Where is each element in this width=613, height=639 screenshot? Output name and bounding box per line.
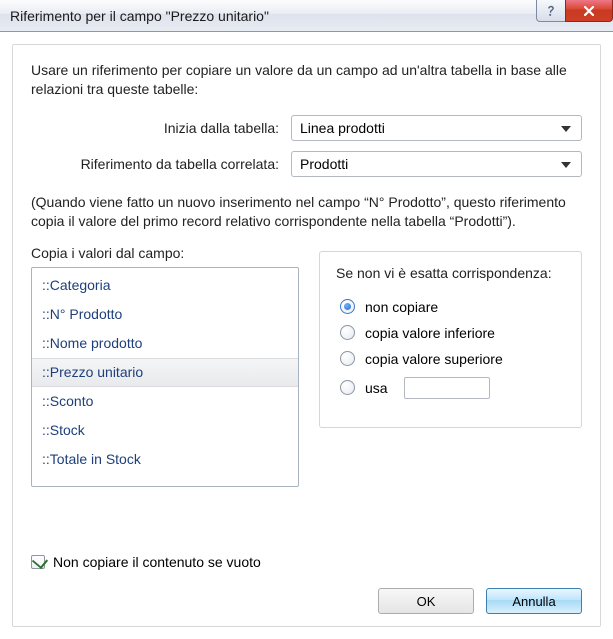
list-item[interactable]: ::Totale in Stock [32, 445, 298, 474]
radio-lower-control[interactable] [340, 325, 355, 340]
related-table-label: Riferimento da tabella correlata: [31, 156, 291, 172]
nomatch-groupbox: Se non vi è esatta corrispondenza: non c… [319, 251, 582, 428]
close-icon [582, 5, 596, 17]
list-item[interactable]: ::Sconto [32, 387, 298, 416]
dialog-body: Usare un riferimento per copiare un valo… [0, 32, 613, 639]
ok-button[interactable]: OK [378, 588, 474, 614]
use-value-input[interactable] [404, 377, 490, 399]
radio-none[interactable]: non copiare [340, 299, 567, 315]
radio-lower-label: copia valore inferiore [365, 325, 495, 341]
close-button[interactable] [565, 0, 613, 22]
help-icon [544, 4, 558, 18]
window-title: Riferimento per il campo "Prezzo unitari… [10, 8, 269, 24]
list-item[interactable]: ::Nome prodotto [32, 329, 298, 358]
nomatch-column: Se non vi è esatta corrispondenza: non c… [319, 245, 582, 428]
dont-copy-empty-row[interactable]: Non copiare il contenuto se vuoto [31, 554, 261, 570]
start-table-label: Inizia dalla tabella: [31, 120, 291, 136]
radio-lower[interactable]: copia valore inferiore [340, 325, 567, 341]
related-table-dropdown[interactable]: Prodotti [291, 151, 582, 177]
radio-higher[interactable]: copia valore superiore [340, 351, 567, 367]
list-item[interactable]: ::Categoria [32, 271, 298, 300]
intro-text: Usare un riferimento per copiare un valo… [31, 61, 582, 99]
related-table-row: Riferimento da tabella correlata: Prodot… [31, 151, 582, 177]
radio-use[interactable]: usa [340, 377, 567, 399]
radio-use-control[interactable] [340, 380, 355, 395]
fields-column: Copia i valori dal campo: ::Categoria::N… [31, 245, 299, 487]
related-table-value: Prodotti [300, 156, 348, 172]
radio-higher-control[interactable] [340, 351, 355, 366]
titlebar-buttons [537, 0, 613, 22]
start-table-value: Linea prodotti [300, 120, 385, 136]
help-button[interactable] [536, 0, 566, 22]
button-row: OK Annulla [378, 588, 582, 614]
dont-copy-empty-checkbox[interactable] [31, 555, 45, 569]
titlebar: Riferimento per il campo "Prezzo unitari… [0, 0, 613, 32]
radio-use-label: usa [365, 380, 388, 396]
list-item[interactable]: ::Stock [32, 416, 298, 445]
fields-listbox[interactable]: ::Categoria::N° Prodotto::Nome prodotto:… [31, 267, 299, 487]
radio-higher-label: copia valore superiore [365, 351, 503, 367]
nomatch-legend: Se non vi è esatta corrispondenza: [332, 265, 556, 281]
radio-none-control[interactable] [340, 299, 355, 314]
dialog-panel: Usare un riferimento per copiare un valo… [12, 44, 601, 627]
note-text: (Quando viene fatto un nuovo inserimento… [31, 193, 582, 231]
start-table-dropdown[interactable]: Linea prodotti [291, 115, 582, 141]
list-item[interactable]: ::N° Prodotto [32, 300, 298, 329]
columns: Copia i valori dal campo: ::Categoria::N… [31, 245, 582, 487]
list-item[interactable]: ::Prezzo unitario [32, 358, 298, 387]
start-table-row: Inizia dalla tabella: Linea prodotti [31, 115, 582, 141]
fields-label: Copia i valori dal campo: [31, 245, 299, 261]
radio-none-label: non copiare [365, 299, 438, 315]
dont-copy-empty-label: Non copiare il contenuto se vuoto [53, 554, 261, 570]
cancel-button[interactable]: Annulla [486, 588, 582, 614]
